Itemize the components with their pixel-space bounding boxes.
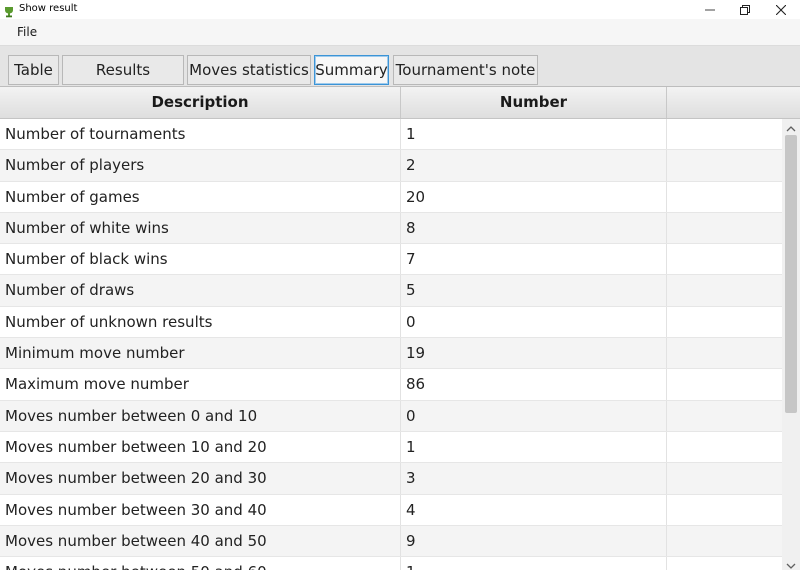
empty-cell: [667, 557, 782, 570]
empty-cell: [667, 307, 782, 337]
table-row[interactable]: Moves number between 10 and 20 1: [0, 431, 782, 464]
number-cell: 8: [401, 212, 667, 244]
number-cell: 0: [401, 400, 667, 431]
empty-cell: [667, 463, 782, 493]
table-row[interactable]: Moves number between 0 and 10 0: [0, 400, 782, 432]
table-row[interactable]: Number of draws 5: [0, 275, 782, 307]
number-cell: 1: [401, 431, 667, 463]
window-title: Show result: [19, 3, 78, 14]
description-cell: Moves number between 10 and 20: [0, 431, 401, 463]
empty-cell: [667, 432, 782, 462]
chevron-up-icon: [786, 117, 796, 136]
number-cell: 7: [401, 244, 667, 275]
description-cell: Moves number between 30 and 40: [0, 494, 401, 525]
table-row[interactable]: Moves number between 30 and 40 4: [0, 494, 782, 526]
description-cell: Minimum move number: [0, 338, 401, 369]
table-row[interactable]: Number of black wins 7: [0, 244, 782, 276]
number-cell: 20: [401, 181, 667, 212]
description-cell: Moves number between 50 and 60: [0, 557, 401, 570]
scrollbar-thumb[interactable]: [785, 135, 797, 413]
description-cell: Number of tournaments: [0, 119, 401, 150]
table-row[interactable]: Moves number between 50 and 601: [0, 557, 782, 570]
tab-moves-statistics[interactable]: Moves statistics: [187, 55, 311, 85]
number-cell: 0: [401, 306, 667, 338]
description-cell: Maximum move number: [0, 369, 401, 400]
menu-bar: File: [0, 19, 800, 46]
minimize-icon: [705, 0, 715, 19]
trophy-icon: [3, 3, 15, 18]
description-cell: Moves number between 0 and 10: [0, 400, 401, 431]
description-cell: Number of games: [0, 181, 401, 212]
table-row[interactable]: Minimum move number 19: [0, 338, 782, 370]
number-cell: 4: [401, 494, 667, 525]
description-cell: Moves number between 20 and 30: [0, 463, 401, 494]
empty-cell: [667, 182, 782, 212]
tab-table[interactable]: Table: [8, 55, 59, 85]
number-cell: 1: [401, 557, 667, 570]
chevron-down-icon: [786, 554, 796, 573]
table-row[interactable]: Number of players 2: [0, 150, 782, 182]
column-header-empty[interactable]: [667, 87, 800, 118]
table-row[interactable]: Number of unknown results 0: [0, 306, 782, 339]
empty-cell: [667, 369, 782, 399]
number-cell: 9: [401, 525, 667, 557]
empty-cell: [667, 119, 782, 149]
description-cell: Number of black wins: [0, 244, 401, 275]
close-icon: [775, 0, 787, 19]
empty-cell: [667, 275, 782, 305]
table-row[interactable]: Number of white wins 8: [0, 212, 782, 245]
number-cell: 1: [401, 119, 667, 150]
table-row[interactable]: Moves number between 40 and 50 9: [0, 525, 782, 558]
title-bar: Show result: [0, 0, 800, 19]
column-header-description[interactable]: Description: [0, 87, 401, 118]
number-cell: 19: [401, 338, 667, 369]
description-cell: Number of unknown results: [0, 306, 401, 338]
scroll-down-button[interactable]: [782, 556, 800, 570]
number-cell: 86: [401, 369, 667, 400]
description-cell: Number of players: [0, 150, 401, 181]
scroll-up-button[interactable]: [782, 119, 800, 133]
number-cell: 2: [401, 150, 667, 181]
number-cell: 3: [401, 463, 667, 494]
restore-button[interactable]: [727, 0, 763, 19]
vertical-scrollbar[interactable]: [782, 119, 800, 570]
summary-table: Description Number Number of tournaments…: [0, 86, 800, 570]
table-header: Description Number: [0, 87, 800, 119]
description-cell: Number of white wins: [0, 212, 401, 244]
menu-file[interactable]: File: [17, 25, 37, 39]
number-cell: 5: [401, 275, 667, 306]
empty-cell: [667, 401, 782, 431]
empty-cell: [667, 150, 782, 180]
empty-cell: [667, 338, 782, 368]
tab-summary[interactable]: Summary: [314, 55, 389, 85]
tab-strip: Table Results statistics Moves statistic…: [0, 46, 800, 107]
tab-tournaments-note[interactable]: Tournament's note: [393, 55, 538, 85]
description-cell: Moves number between 40 and 50: [0, 525, 401, 557]
table-row[interactable]: Maximum move number 86: [0, 369, 782, 401]
empty-cell: [667, 495, 782, 525]
table-row[interactable]: Number of games 20: [0, 181, 782, 213]
empty-cell: [667, 213, 782, 243]
table-row[interactable]: Number of tournaments 1: [0, 119, 782, 151]
tab-results-statistics[interactable]: Results statistics: [62, 55, 184, 107]
restore-icon: [740, 0, 750, 19]
description-cell: Number of draws: [0, 275, 401, 306]
table-row[interactable]: Moves number between 20 and 30 3: [0, 463, 782, 495]
minimize-button[interactable]: [692, 0, 728, 19]
empty-cell: [667, 526, 782, 556]
close-button[interactable]: [763, 0, 799, 19]
column-header-number[interactable]: Number: [401, 87, 667, 118]
empty-cell: [667, 244, 782, 274]
table-body: Number of tournaments 1 Number of players…: [0, 119, 782, 570]
